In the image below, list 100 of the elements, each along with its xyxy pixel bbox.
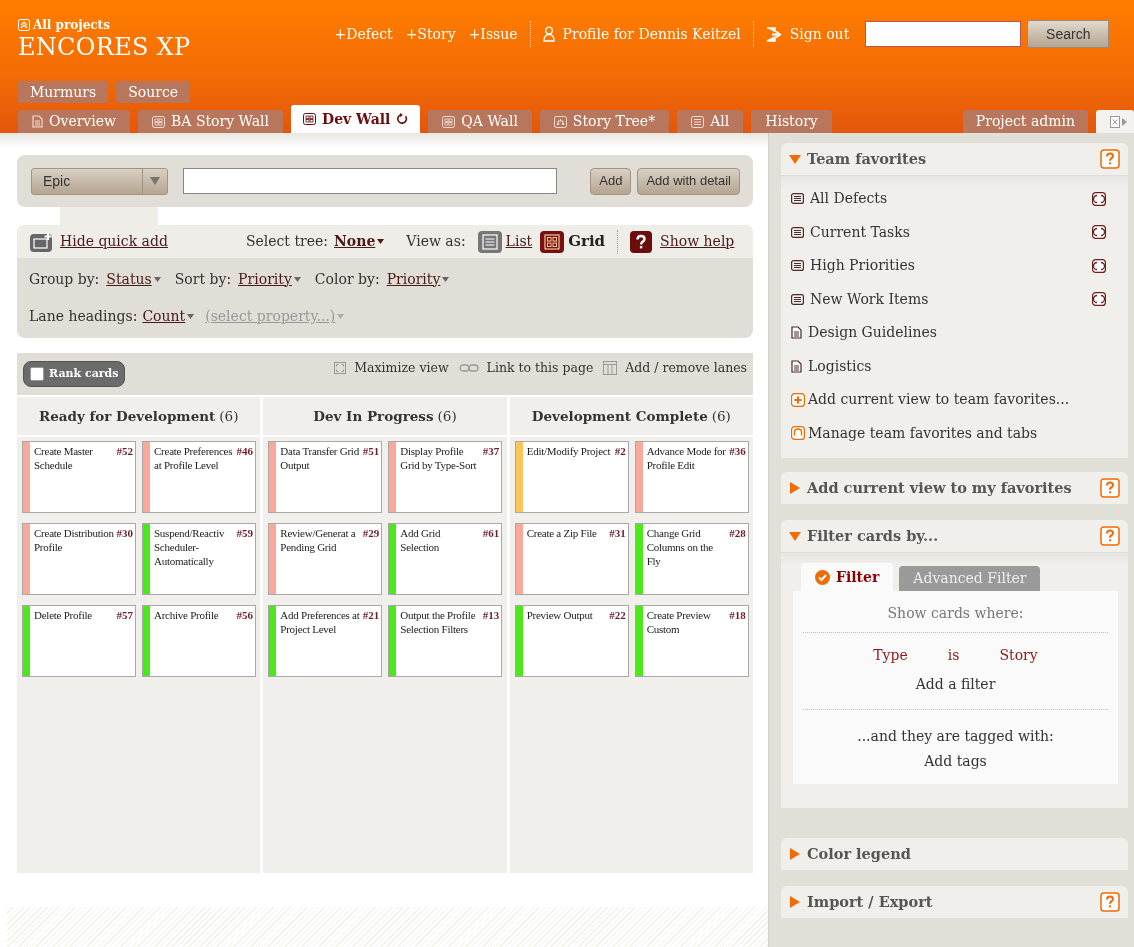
search-field[interactable] bbox=[865, 21, 1022, 47]
story-card[interactable]: Change Grid Columns on the Fly #28 bbox=[634, 523, 749, 595]
story-card[interactable]: Suspend/Reactiv Scheduler-Automatically #59 bbox=[142, 523, 256, 595]
panel-header[interactable]: Add current view to my favorites bbox=[781, 472, 1128, 504]
story-card[interactable]: Data Transfer Grid Output #51 bbox=[268, 441, 383, 513]
card-number: #51 bbox=[362, 445, 380, 459]
card-title: Delete Profile bbox=[34, 609, 93, 623]
refresh-icon[interactable] bbox=[1092, 258, 1106, 273]
panel-header[interactable]: Import / Export bbox=[781, 886, 1128, 918]
favorite-link[interactable]: Current Tasks bbox=[810, 221, 1086, 243]
card-number: #22 bbox=[609, 609, 626, 623]
quick-add-field[interactable] bbox=[183, 168, 557, 194]
story-card[interactable]: Edit/Modify Project #2 bbox=[514, 441, 629, 513]
story-card[interactable]: Create Master Schedule #52 bbox=[22, 441, 136, 513]
view-toggle[interactable]: Grid bbox=[540, 230, 606, 253]
caret-icon bbox=[187, 314, 195, 319]
card-title: Preview Output bbox=[526, 609, 594, 623]
nav-tab[interactable]: History bbox=[751, 110, 832, 133]
nav-tab[interactable]: Overview bbox=[18, 110, 131, 133]
lane-title: Development Complete bbox=[531, 406, 708, 426]
check-icon bbox=[815, 569, 830, 585]
manage-icon bbox=[791, 426, 805, 441]
setting-dropdown[interactable]: Count bbox=[142, 306, 195, 327]
help-icon[interactable] bbox=[1100, 149, 1120, 169]
add-filter-link[interactable]: Add a filter bbox=[915, 676, 996, 692]
filter-value[interactable]: Story bbox=[999, 645, 1038, 666]
setting-dropdown[interactable]: Priority bbox=[238, 268, 301, 290]
help-icon[interactable] bbox=[1100, 526, 1120, 546]
refresh-icon[interactable] bbox=[1092, 191, 1106, 206]
story-card[interactable]: Review/Generat a Pending Grid #29 bbox=[268, 523, 383, 595]
lane-count: (6) bbox=[437, 406, 457, 426]
select-tree-dropdown[interactable]: None bbox=[334, 231, 385, 252]
favorite-action-link[interactable]: Add current view to team favorites... bbox=[808, 389, 1118, 411]
grid-icon bbox=[442, 115, 456, 128]
up-chevron-icon bbox=[18, 19, 30, 31]
card-number: #2 bbox=[614, 445, 626, 459]
story-card[interactable]: Add Grid Selection #61 bbox=[388, 523, 503, 595]
wall-link[interactable]: Add / remove lanes bbox=[625, 359, 747, 378]
caret-icon bbox=[442, 276, 450, 282]
add-panel-icon bbox=[30, 231, 52, 252]
grid-icon bbox=[152, 115, 166, 128]
caret-icon bbox=[377, 239, 385, 244]
favorite-link[interactable]: Design Guidelines bbox=[808, 322, 1118, 344]
nav-tab[interactable]: All bbox=[677, 110, 744, 133]
panel-header[interactable]: Filter cards by... bbox=[781, 520, 1128, 552]
story-card[interactable]: Archive Profile #56 bbox=[142, 605, 256, 677]
story-card[interactable]: Display Profile Grid by Type-Sort #37 bbox=[388, 441, 503, 513]
favorite-link[interactable]: Logistics bbox=[808, 355, 1118, 377]
card-number: #52 bbox=[116, 445, 133, 459]
type-dropdown[interactable]: Epic bbox=[31, 167, 168, 195]
story-card[interactable]: Add Preferences at Project Level #21 bbox=[268, 605, 383, 677]
wall-link[interactable]: Maximize view bbox=[354, 359, 449, 378]
lane-count: (6) bbox=[711, 406, 731, 426]
wall-link[interactable]: Link to this page bbox=[486, 359, 594, 378]
refresh-icon[interactable] bbox=[1092, 292, 1106, 307]
story-card[interactable]: Output the Profile Selection Filters #13 bbox=[388, 605, 503, 677]
search-button[interactable]: Search bbox=[1027, 20, 1110, 48]
filter-operator[interactable]: is bbox=[947, 645, 960, 666]
favorite-link[interactable]: New Work Items bbox=[810, 288, 1086, 310]
add-button[interactable]: Add bbox=[590, 167, 632, 195]
sign-out-icon bbox=[765, 26, 782, 42]
filter-property[interactable]: Type bbox=[873, 645, 908, 666]
hide-quick-add-link[interactable]: Hide quick add bbox=[60, 231, 168, 252]
story-card[interactable]: Preview Output #22 bbox=[514, 605, 629, 677]
lane-title: Ready for Development bbox=[38, 406, 216, 426]
help-icon[interactable] bbox=[1100, 892, 1120, 912]
card-title: Advance Mode for Profile Edit bbox=[646, 445, 727, 473]
nav-tab[interactable]: BA Story Wall bbox=[138, 110, 284, 133]
favorite-link[interactable]: High Priorities bbox=[810, 255, 1086, 277]
story-card[interactable]: Delete Profile #57 bbox=[22, 605, 136, 677]
story-card[interactable]: Create Preview Custom #18 bbox=[634, 605, 749, 677]
panel-header[interactable]: Color legend bbox=[781, 838, 1128, 870]
story-card[interactable]: Create Distribution Profile #30 bbox=[22, 523, 136, 595]
help-icon[interactable] bbox=[1100, 478, 1120, 498]
story-card[interactable]: Create Preferences at Profile Level #46 bbox=[142, 441, 256, 513]
list-icon bbox=[791, 193, 804, 205]
view-link[interactable]: List bbox=[477, 230, 533, 253]
nav-tab[interactable]: QA Wall bbox=[428, 110, 532, 133]
story-card[interactable]: Advance Mode for Profile Edit #36 bbox=[634, 441, 749, 513]
nav-tab[interactable]: Murmurs bbox=[18, 81, 109, 103]
show-help-link[interactable]: Show help bbox=[660, 231, 735, 252]
tab-scroll-button[interactable] bbox=[1096, 110, 1134, 133]
refresh-icon[interactable] bbox=[1092, 225, 1106, 240]
grid-icon bbox=[303, 113, 317, 125]
select-tree-label: Select tree: bbox=[245, 232, 329, 251]
nav-tab[interactable]: Story Tree* bbox=[539, 110, 670, 133]
setting-dropdown[interactable]: Priority bbox=[386, 268, 450, 290]
setting-dropdown[interactable]: Status bbox=[106, 268, 161, 290]
nav-tab[interactable]: Source bbox=[116, 81, 191, 103]
filter-tab[interactable]: Filter bbox=[801, 563, 894, 591]
rank-cards-toggle[interactable]: Rank cards bbox=[23, 361, 126, 387]
panel-header[interactable]: Team favorites bbox=[781, 143, 1128, 175]
add-tags-link[interactable]: Add tags bbox=[924, 753, 987, 769]
story-card[interactable]: Create a Zip File #31 bbox=[514, 523, 629, 595]
nav-tab[interactable]: Project admin bbox=[962, 110, 1088, 133]
nav-tab[interactable]: Dev Wall bbox=[291, 105, 421, 133]
add-button[interactable]: Add with detail bbox=[637, 167, 740, 195]
favorite-link[interactable]: All Defects bbox=[810, 188, 1086, 210]
setting-label: Group by: bbox=[29, 269, 100, 289]
favorite-action-link[interactable]: Manage team favorites and tabs bbox=[808, 422, 1118, 444]
